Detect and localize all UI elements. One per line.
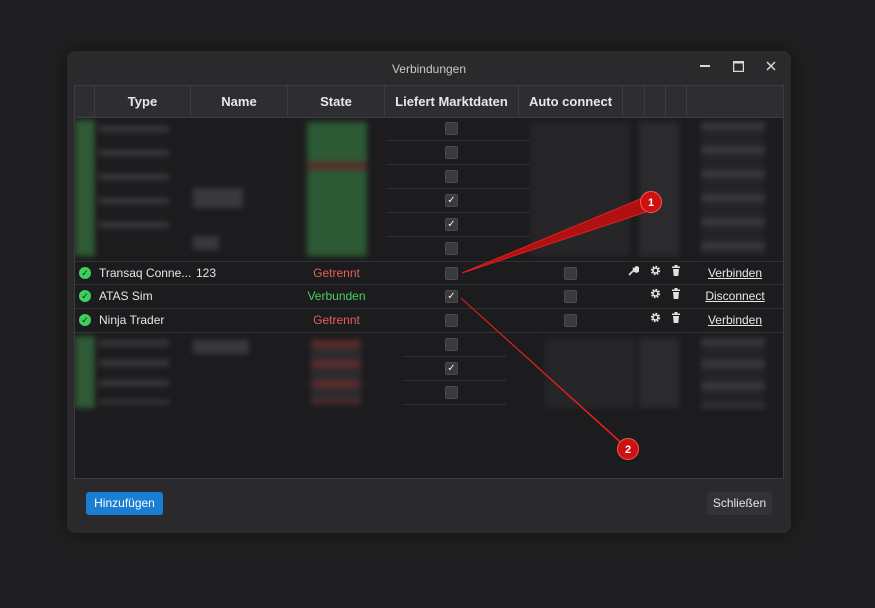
annotation-arrow-2 — [460, 297, 634, 454]
annotation-arrows — [460, 196, 653, 454]
annotation-marker-1: 1 — [640, 191, 662, 213]
annotation-arrow-1 — [461, 196, 653, 274]
annotation-marker-2: 2 — [617, 438, 639, 460]
